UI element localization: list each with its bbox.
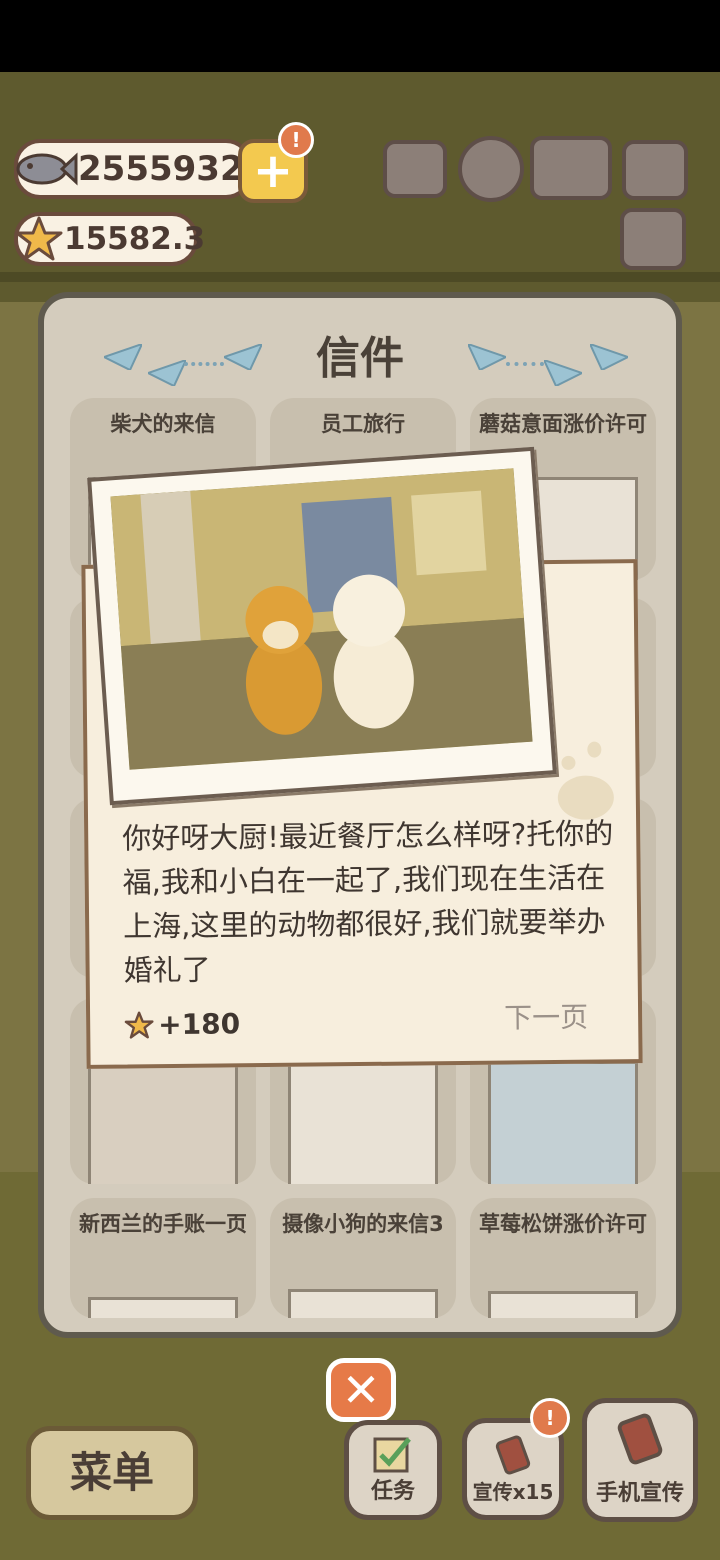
alert-badge: ! — [278, 122, 314, 158]
status-bar — [0, 0, 720, 72]
phone-promo-button[interactable]: 手机宣传 — [582, 1398, 698, 1522]
card-thumbnail — [488, 1061, 638, 1184]
star-icon — [15, 216, 63, 261]
paper-plane-icon — [544, 360, 582, 386]
card-title: 摄像小狗的来信3 — [282, 1212, 444, 1236]
letter-card[interactable]: 摄像小狗的来信3 — [270, 1198, 456, 1318]
card-title: 草莓松饼涨价许可 — [479, 1212, 647, 1236]
checkbox-icon — [373, 1437, 411, 1473]
dotted-line — [506, 362, 544, 368]
letter-photo — [87, 446, 557, 806]
paper-plane-icon — [148, 360, 186, 386]
dogs-photo — [110, 468, 533, 770]
close-button[interactable]: ✕ — [326, 1358, 396, 1422]
fish-amount: 2555932 — [78, 149, 244, 189]
letter-reward: +180 — [124, 1007, 240, 1041]
star-icon — [124, 1011, 154, 1039]
star-amount: 15582.3 — [64, 221, 206, 257]
fish-currency: 2555932 — [14, 139, 252, 199]
ranking-icon[interactable] — [383, 140, 447, 198]
paw-print — [587, 741, 602, 758]
paper-plane-icon — [468, 344, 506, 370]
camera-icon[interactable] — [622, 140, 688, 200]
phone-icon — [617, 1413, 663, 1465]
card-thumbnail — [88, 1297, 238, 1318]
card-title: 新西兰的手账一页 — [79, 1212, 247, 1236]
promo-label: 宣传x15 — [472, 1480, 554, 1504]
card-thumbnail — [288, 1289, 438, 1318]
phone-promo-label: 手机宣传 — [595, 1481, 684, 1506]
phone-icon — [495, 1435, 531, 1475]
book-icon[interactable] — [530, 136, 612, 200]
task-button[interactable]: 任务 — [344, 1420, 442, 1520]
paper-plane-icon — [104, 344, 142, 370]
paw-print — [561, 755, 576, 770]
menu-button[interactable]: 菜单 — [26, 1426, 198, 1520]
card-thumbnail — [488, 1291, 638, 1318]
card-thumbnail — [288, 1061, 438, 1184]
letter-text: 你好呀大厨!最近餐厅怎么样呀?托你的福,我和小白在一起了,我们现在生活在上海,这… — [122, 816, 614, 988]
alert-badge: ! — [530, 1398, 570, 1438]
next-page-button[interactable]: 下一页 — [504, 996, 588, 1037]
dotted-line — [184, 362, 224, 368]
task-label: 任务 — [370, 1479, 415, 1504]
reward-amount: +180 — [158, 1007, 241, 1042]
paper-plane-icon — [590, 344, 628, 370]
star-currency: 15582.3 — [14, 212, 205, 266]
gear-icon[interactable] — [458, 136, 524, 202]
newspaper-icon[interactable] — [620, 208, 686, 270]
letter-card[interactable]: 新西兰的手账一页 — [70, 1198, 256, 1318]
card-title: 员工旅行 — [321, 412, 405, 436]
card-title: 蘑菇意面涨价许可 — [479, 412, 647, 436]
paper-plane-icon — [224, 344, 262, 370]
letter-card[interactable]: 草莓松饼涨价许可 — [470, 1198, 656, 1318]
fence — [0, 272, 720, 282]
card-thumbnail — [88, 1061, 238, 1184]
fish-icon — [16, 152, 78, 186]
shiba-couple-illustration — [110, 468, 533, 770]
card-title: 柴犬的来信 — [110, 412, 216, 436]
